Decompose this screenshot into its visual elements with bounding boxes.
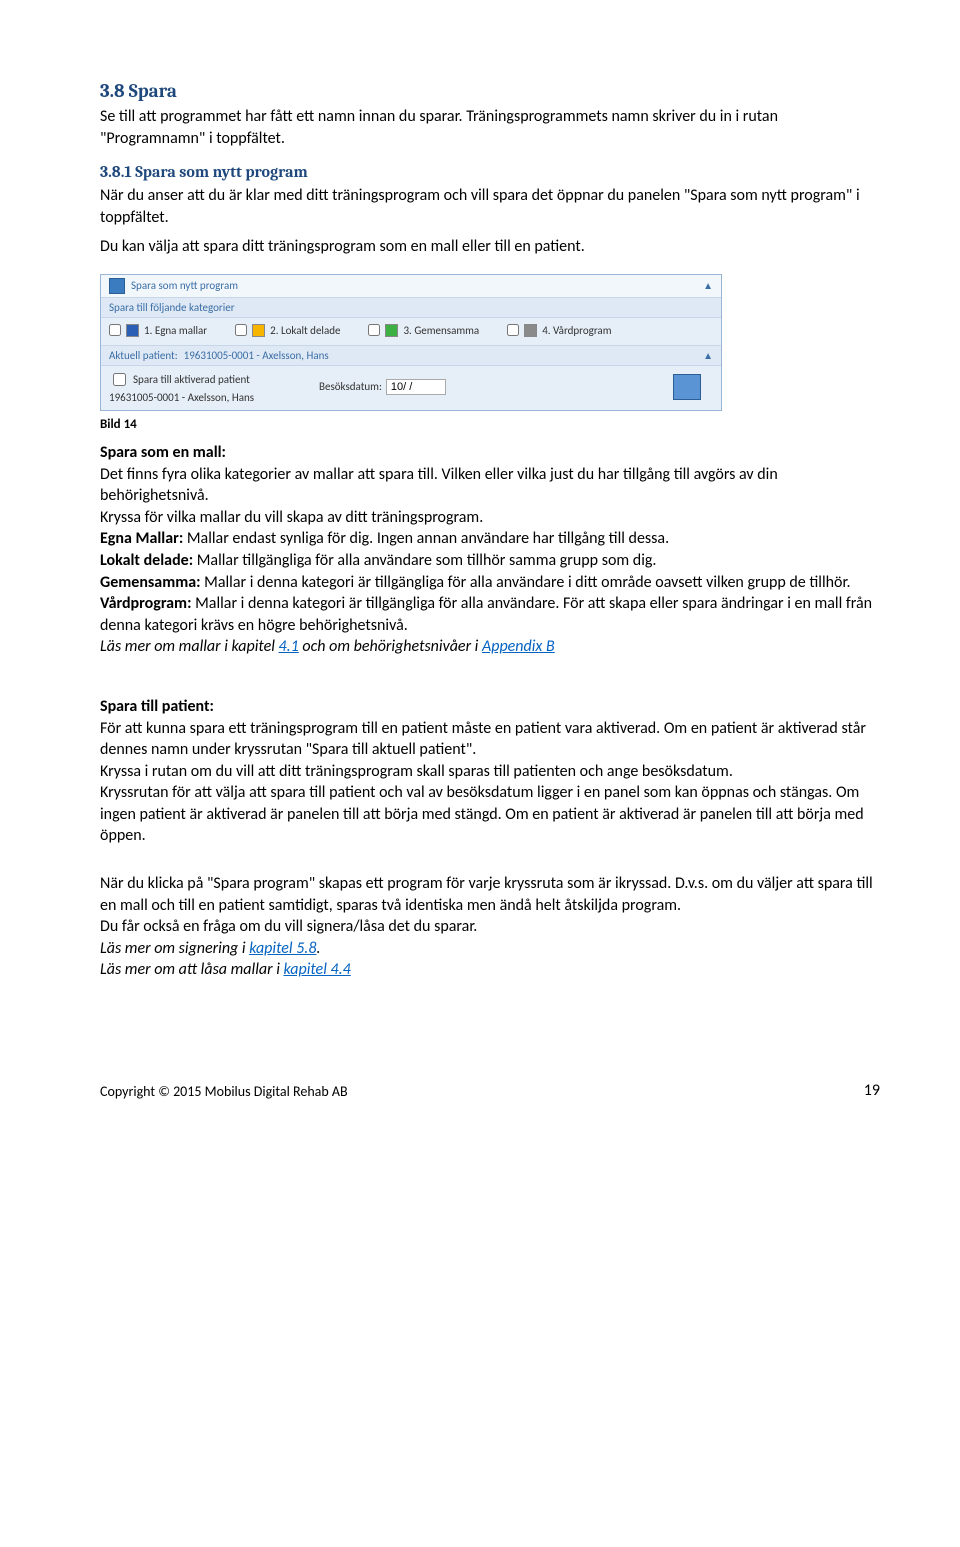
category-row: 1. Egna mallar 2. Lokalt delade 3. Gemen… [101, 318, 721, 345]
text: För att kunna spara ett träningsprogram … [100, 719, 866, 760]
panel-header[interactable]: Spara som nytt program ▲ [101, 275, 721, 298]
copyright: Copyright © 2015 Mobilus Digital Rehab A… [100, 1083, 348, 1100]
paragraph: Spara till patient: För att kunna spara … [100, 696, 880, 847]
link-kapitel-5-8[interactable]: kapitel 5.8 [249, 939, 316, 958]
text: Läs mer om signering i [100, 939, 249, 958]
text: Du får också en fråga om du vill signera… [100, 917, 477, 936]
egna-label: Egna Mallar: [100, 529, 183, 548]
text: Mallar tillgängliga för alla användare s… [193, 551, 656, 570]
panel-title: Spara som nytt program [131, 279, 697, 292]
swatch-green-icon [385, 324, 398, 337]
category-checkbox-vardprogram[interactable] [507, 324, 519, 336]
swatch-yellow-icon [252, 324, 265, 337]
category-label: 3. Gemensamma [403, 324, 479, 337]
category-label: 2. Lokalt delade [270, 324, 340, 337]
paragraph: Spara som en mall: Det finns fyra olika … [100, 442, 880, 658]
active-patient-value: 19631005-0001 - Axelsson, Hans [184, 349, 697, 362]
paragraph: När du klicka på "Spara program" skapas … [100, 873, 880, 981]
text: Mallar endast synliga för dig. Ingen ann… [183, 529, 669, 548]
text: Det finns fyra olika kategorier av malla… [100, 465, 778, 506]
text: och om behörighetsnivåer i [299, 637, 482, 656]
patient-heading: Spara till patient: [100, 697, 214, 716]
chevron-up-icon[interactable]: ▲ [703, 349, 713, 362]
paragraph: Du kan välja att spara ditt träningsprog… [100, 236, 880, 258]
category-egna: 1. Egna mallar [109, 324, 207, 337]
visit-date-input[interactable] [386, 379, 446, 395]
visit-date-label: Besöksdatum: [319, 380, 382, 393]
category-checkbox-lokalt[interactable] [235, 324, 247, 336]
text: Läs mer om att låsa mallar i [100, 960, 283, 979]
chevron-up-icon[interactable]: ▲ [703, 279, 713, 292]
text: Läs mer om mallar i kapitel [100, 637, 279, 656]
text: Mallar i denna kategori är tillgängliga … [100, 594, 872, 635]
figure-caption: Bild 14 [100, 417, 880, 432]
category-label: 1. Egna mallar [144, 324, 207, 337]
category-vardprogram: 4. Vårdprogram [507, 324, 611, 337]
text: Kryssrutan för att välja att spara till … [100, 783, 864, 845]
mall-heading: Spara som en mall: [100, 443, 226, 462]
patient-line: 19631005-0001 - Axelsson, Hans [109, 391, 309, 404]
intro-paragraph: Se till att programmet har fått ett namn… [100, 106, 880, 149]
save-button[interactable] [673, 374, 701, 400]
text: Kryssa i rutan om du vill att ditt träni… [100, 762, 733, 781]
heading-3-8: 3.8 Spara [100, 80, 880, 102]
categories-title: Spara till följande kategorier [101, 298, 721, 318]
save-to-patient-label: Spara till aktiverad patient [133, 373, 250, 386]
category-lokalt: 2. Lokalt delade [235, 324, 340, 337]
page-number: 19 [864, 1081, 880, 1100]
heading-3-8-1: 3.8.1 Spara som nytt program [100, 163, 880, 181]
link-kapitel-4-1[interactable]: 4.1 [279, 637, 299, 656]
link-kapitel-4-4[interactable]: kapitel 4.4 [283, 960, 350, 979]
paragraph: När du anser att du är klar med ditt trä… [100, 185, 880, 228]
category-checkbox-egna[interactable] [109, 324, 121, 336]
active-patient-label: Aktuell patient: [109, 349, 178, 362]
text: . [316, 939, 320, 958]
category-label: 4. Vårdprogram [542, 324, 611, 337]
gemensamma-label: Gemensamma: [100, 573, 201, 592]
text: Mallar i denna kategori är tillgängliga … [201, 573, 851, 592]
save-to-patient-checkbox[interactable] [113, 373, 126, 386]
category-gemensamma: 3. Gemensamma [368, 324, 479, 337]
swatch-blue-icon [126, 324, 139, 337]
link-appendix-b[interactable]: Appendix B [482, 637, 555, 656]
vardprogram-label: Vårdprogram: [100, 594, 191, 613]
text: Kryssa för vilka mallar du vill skapa av… [100, 508, 483, 527]
active-patient-bar[interactable]: Aktuell patient: 19631005-0001 - Axelsso… [101, 345, 721, 366]
category-checkbox-gemensamma[interactable] [368, 324, 380, 336]
save-panel: Spara som nytt program ▲ Spara till följ… [100, 274, 722, 411]
text: När du klicka på "Spara program" skapas … [100, 874, 873, 915]
save-icon [109, 278, 125, 294]
lokalt-label: Lokalt delade: [100, 551, 193, 570]
swatch-gray-icon [524, 324, 537, 337]
